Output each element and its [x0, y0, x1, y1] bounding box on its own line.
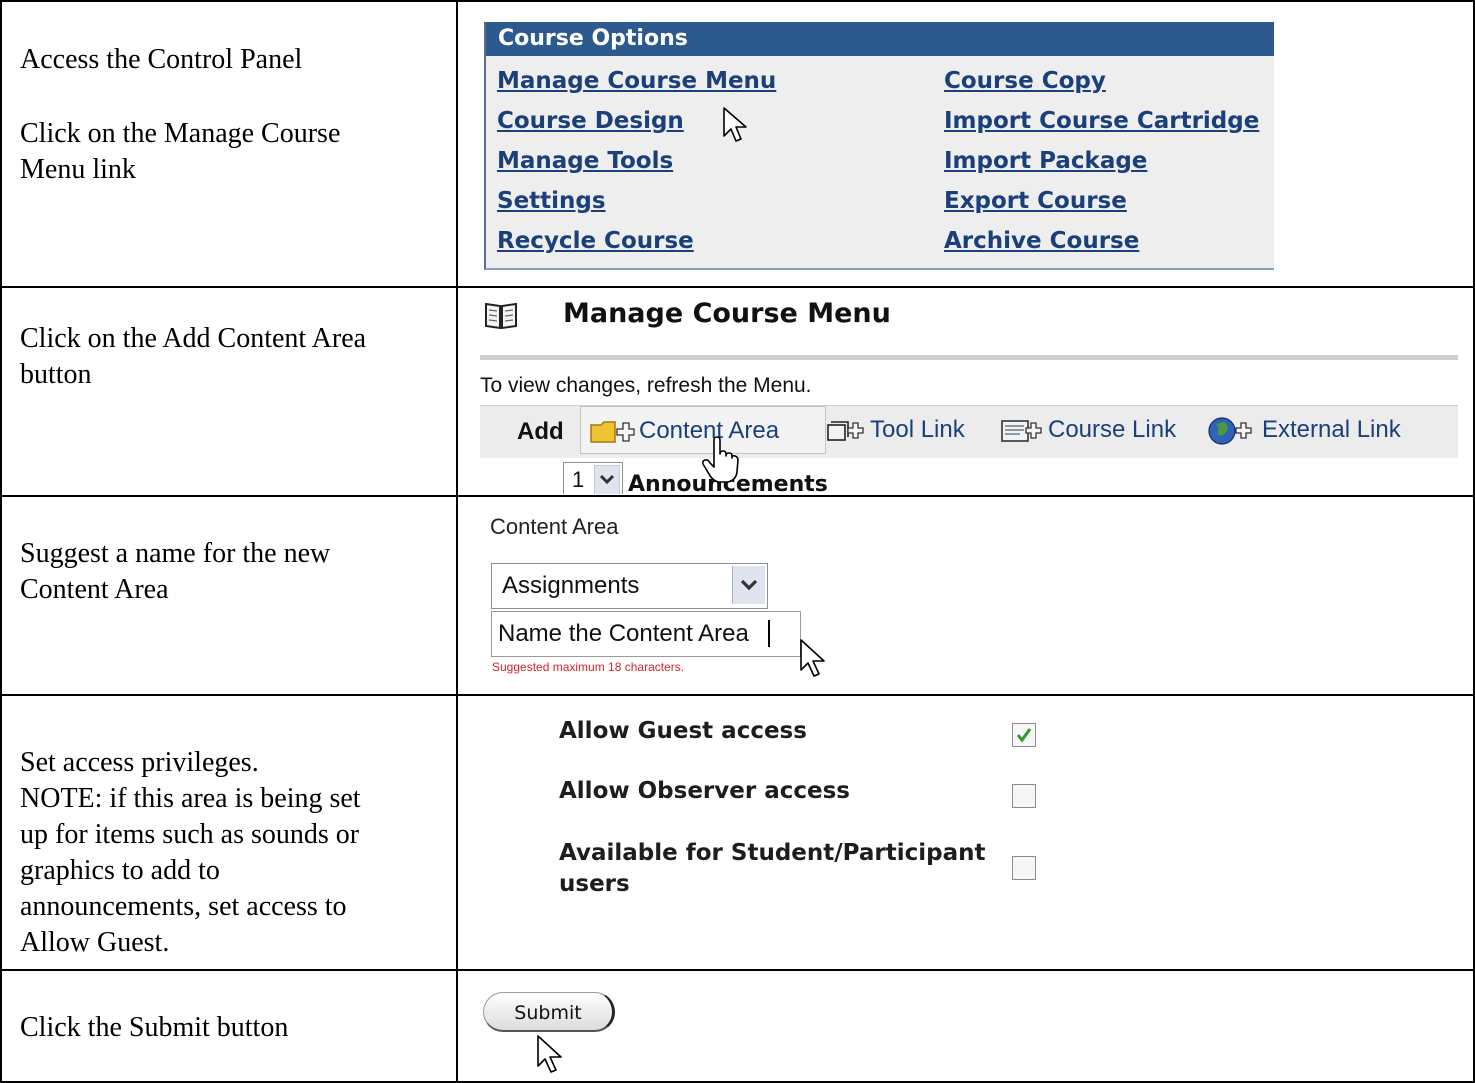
folder-add-icon [590, 420, 635, 443]
instruction-line: Menu link [20, 154, 136, 185]
menu-row-clip: 1 Announcements [480, 458, 1458, 494]
link-manage-course-menu[interactable]: Manage Course Menu [497, 68, 776, 94]
guest-access-label: Allow Guest access [559, 718, 807, 744]
link-import-package[interactable]: Import Package [944, 148, 1147, 174]
add-course-link-button[interactable]: Course Link [1000, 406, 1176, 454]
text-caret [768, 620, 770, 647]
instruction-line: Click on the Manage Course [20, 118, 341, 149]
content-area-label: Content Area [490, 514, 619, 539]
arrow-cursor-icon [723, 107, 747, 142]
add-course-link-label: Course Link [1048, 416, 1177, 443]
add-tool-link-label: Tool Link [870, 416, 965, 443]
refresh-note: To view changes, refresh the Menu. [480, 374, 812, 397]
instruction-line: button [20, 359, 92, 390]
instruction-line: Suggest a name for the new [20, 538, 331, 569]
guest-access-checkbox[interactable] [1012, 723, 1036, 747]
link-export-course[interactable]: Export Course [944, 188, 1127, 214]
student-access-label: Available for Student/Participant users [559, 840, 986, 897]
instruction-line: graphics to add to [20, 855, 220, 886]
instruction-line: Access the Control Panel [20, 44, 303, 75]
arrow-cursor-icon [800, 639, 825, 677]
instruction-line: Set access privileges. [20, 747, 259, 778]
clipped-text-fragments [492, 689, 892, 692]
course-link-icon [1001, 419, 1042, 442]
course-options-panel: Course Options Manage Course Menu Course… [484, 22, 1274, 270]
row-divider-2 [0, 495, 1475, 497]
globe-add-icon [1208, 417, 1252, 445]
book-icon [485, 302, 517, 330]
tool-link-icon [827, 420, 864, 441]
instruction-line: NOTE: if this area is being set [20, 783, 361, 814]
hand-cursor-icon [701, 436, 739, 483]
title-divider [480, 355, 1458, 360]
instruction-line: Click the Submit button [20, 1012, 289, 1043]
add-external-link-button[interactable]: External Link [1208, 406, 1401, 454]
instruction-line: announcements, set access to [20, 891, 347, 922]
link-import-course-cartridge[interactable]: Import Course Cartridge [944, 108, 1259, 134]
order-select[interactable]: 1 [563, 462, 623, 494]
chevron-down-icon [740, 579, 758, 591]
clipped-help-text [492, 684, 892, 692]
table-border-left [0, 0, 2, 1083]
checkmark-icon [1016, 728, 1032, 743]
instruction-line: Allow Guest. [20, 927, 170, 958]
content-area-select[interactable]: Assignments [491, 563, 768, 609]
link-recycle-course[interactable]: Recycle Course [497, 228, 694, 254]
content-area-name-input[interactable]: Name the Content Area [491, 611, 801, 657]
content-area-selected: Assignments [502, 572, 640, 599]
page-title: Manage Course Menu [563, 298, 891, 329]
link-archive-course[interactable]: Archive Course [944, 228, 1139, 254]
observer-access-label: Allow Observer access [559, 778, 850, 804]
submit-button[interactable]: Submit [483, 992, 615, 1032]
select-dropdown-button[interactable] [732, 566, 765, 604]
row5-instruction: Click the Submit button [20, 1010, 288, 1046]
course-options-header: Course Options [486, 22, 1274, 56]
content-area-name-value: Name the Content Area [498, 620, 749, 647]
student-access-checkbox[interactable] [1012, 856, 1036, 880]
add-external-link-label: External Link [1262, 416, 1401, 443]
link-settings[interactable]: Settings [497, 188, 606, 214]
table-border-top [0, 0, 1475, 2]
arrow-cursor-icon [537, 1035, 562, 1073]
instruction-line [20, 78, 340, 116]
row-divider-3 [0, 694, 1475, 696]
row4-instruction: Set access privileges. NOTE: if this are… [20, 745, 361, 961]
link-manage-tools[interactable]: Manage Tools [497, 148, 673, 174]
observer-access-checkbox[interactable] [1012, 784, 1036, 808]
row1-instruction: Access the Control Panel Click on the Ma… [20, 42, 340, 188]
instruction-line: Content Area [20, 574, 169, 605]
row-divider-4 [0, 969, 1475, 971]
instruction-line: Click on the Add Content Area [20, 323, 367, 354]
table-divider-column [456, 0, 458, 1083]
chevron-down-icon [594, 465, 620, 494]
row-divider-1 [0, 286, 1475, 288]
link-course-design[interactable]: Course Design [497, 108, 684, 134]
row3-instruction: Suggest a name for the new Content Area [20, 536, 330, 608]
name-length-hint: Suggested maximum 18 characters. [492, 660, 685, 674]
add-tool-link-button[interactable]: Tool Link [826, 406, 965, 454]
order-number: 1 [572, 467, 585, 492]
instruction-line: up for items such as sounds or [20, 819, 360, 850]
link-course-copy[interactable]: Course Copy [944, 68, 1106, 94]
row2-instruction: Click on the Add Content Area button [20, 321, 366, 393]
add-label: Add [517, 418, 564, 445]
